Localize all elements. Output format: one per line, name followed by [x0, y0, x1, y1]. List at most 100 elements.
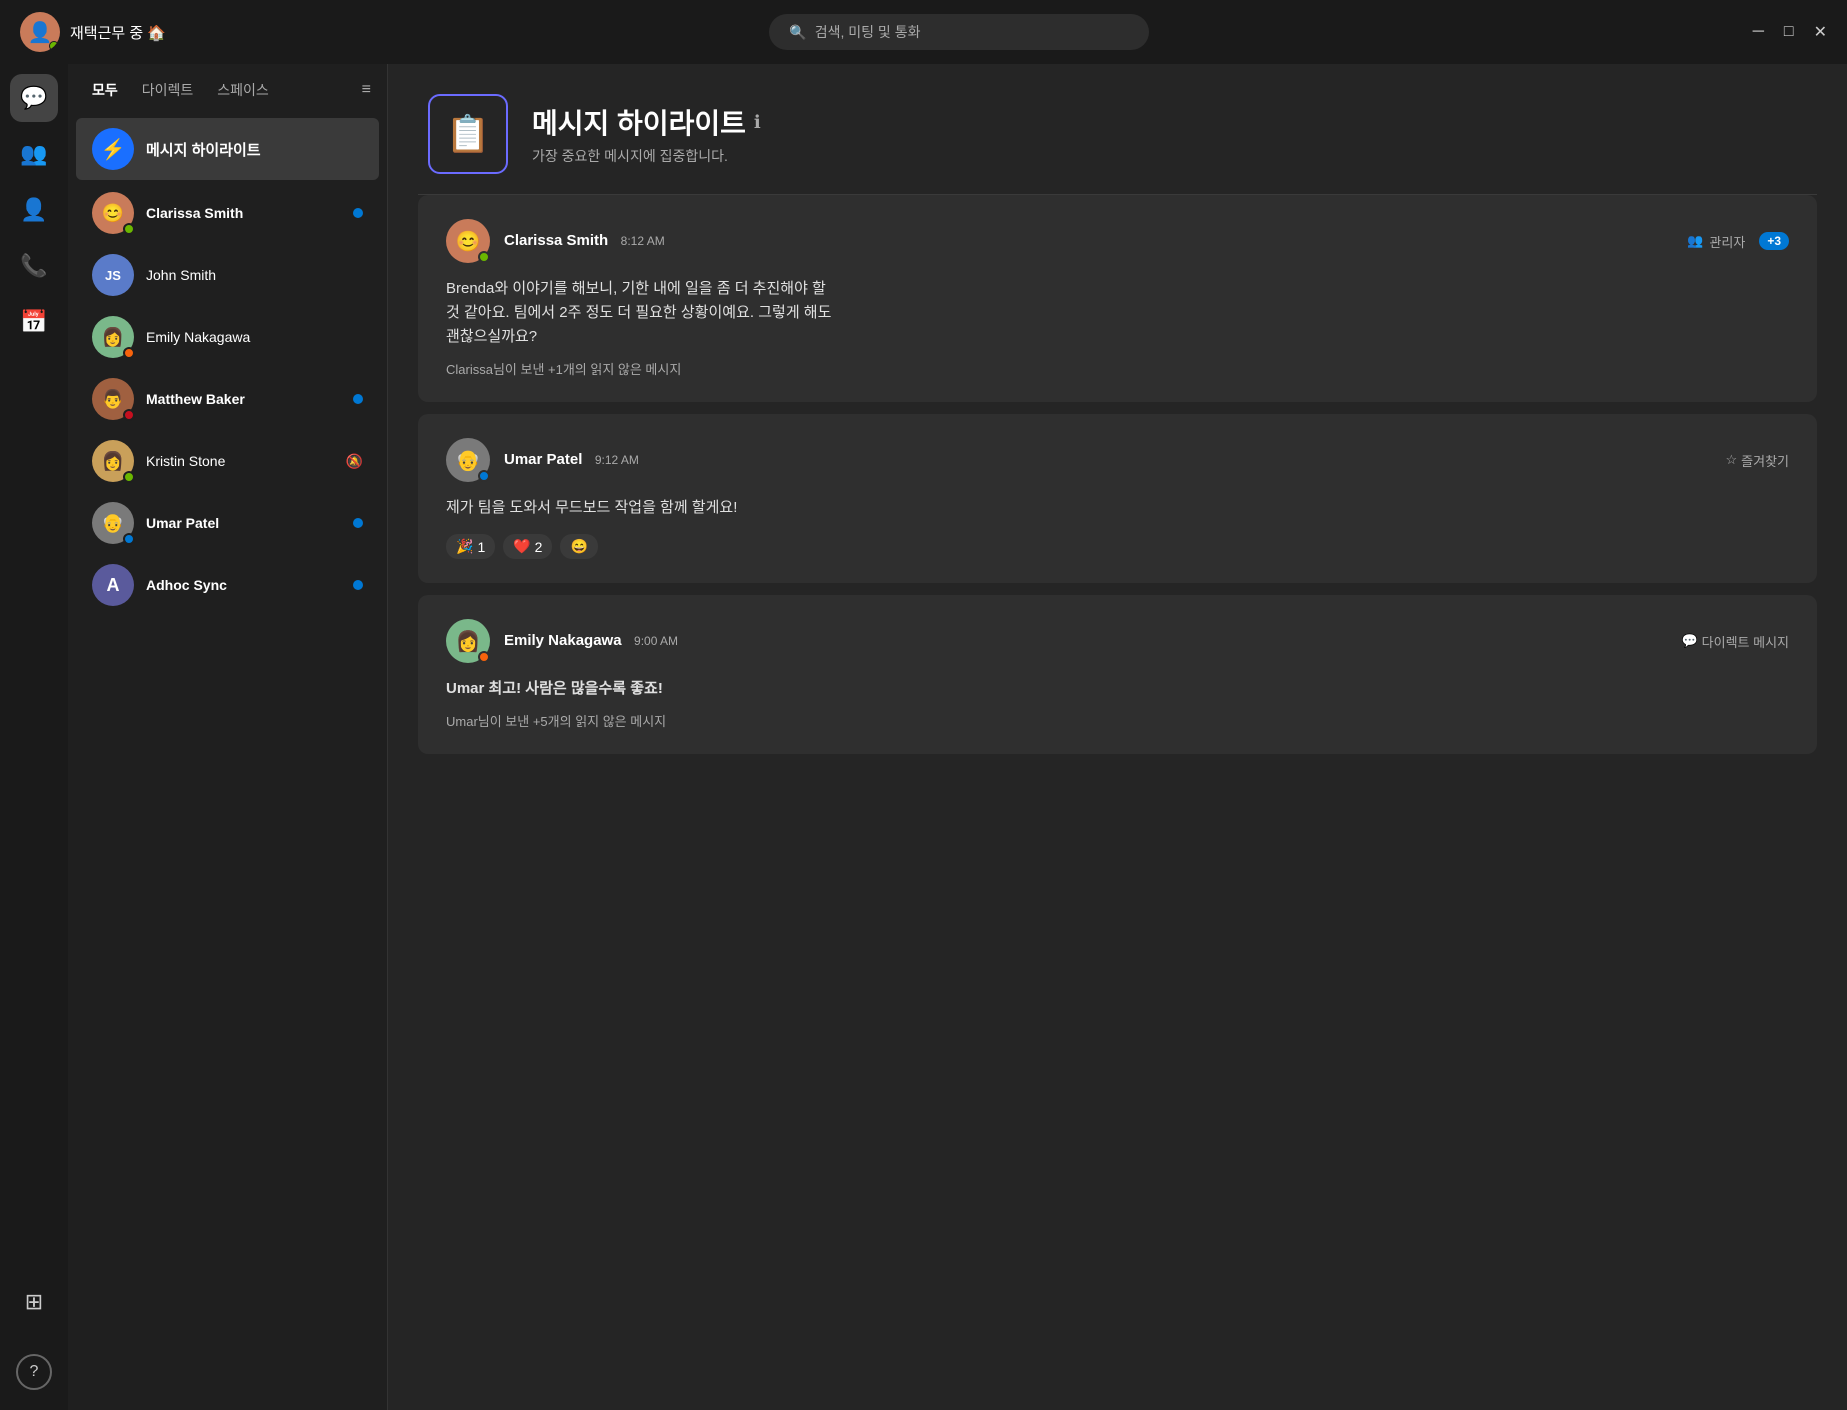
app-layout: 💬 👥 👤 📞 📅 ⊞ ? 모두 다이렉트 스페이스 ≡ ⚡ 메시지 하이라이트…	[0, 64, 1847, 1410]
contact-name-clarissa: Clarissa Smith	[146, 205, 341, 221]
msg-body-emily: Umar 최고! 사람은 많을수록 좋죠!	[446, 677, 1789, 701]
msg-tag-clarissa: 👥 관리자	[1687, 232, 1745, 251]
avatar-kristin: 👩	[92, 440, 134, 482]
dm-label: 다이렉트 메시지	[1702, 632, 1789, 651]
search-placeholder: 검색, 미팅 및 통화	[815, 22, 921, 42]
filter-icon[interactable]: ≡	[362, 81, 371, 99]
sidebar-item-highlight[interactable]: ⚡ 메시지 하이라이트	[76, 118, 379, 180]
avatar-emily: 👩	[92, 316, 134, 358]
contact-item-kristin[interactable]: 👩 Kristin Stone 🔕	[76, 432, 379, 490]
titlebar-controls: ─ □ ✕	[1753, 22, 1827, 42]
rail-contact-icon[interactable]: 👤	[10, 186, 58, 234]
message-card-clarissa: 😊 Clarissa Smith 8:12 AM 👥 관리자 +3 Brenda…	[418, 195, 1817, 402]
msg-header-umar: 👴 Umar Patel 9:12 AM ☆ 즐겨찾기	[446, 438, 1789, 482]
reactions-umar: 🎉 1 ❤️ 2 😄	[446, 534, 1789, 559]
msg-name-emily: Emily Nakagawa	[504, 632, 622, 649]
reaction-heart[interactable]: ❤️ 2	[503, 534, 552, 559]
msg-unread-emily: Umar님이 보낸 +5개의 읽지 않은 메시지	[446, 711, 1789, 730]
unread-dot-clarissa	[353, 208, 363, 218]
msg-time-emily: 9:00 AM	[634, 634, 678, 648]
page-subtitle: 가장 중요한 메시지에 집중합니다.	[532, 146, 761, 166]
rail-phone-icon[interactable]: 📞	[10, 242, 58, 290]
reaction-smile[interactable]: 😄	[560, 534, 597, 559]
msg-body-umar: 제가 팀을 도와서 무드보드 작업을 함께 할게요!	[446, 496, 1789, 520]
highlight-label: 메시지 하이라이트	[146, 139, 261, 160]
msg-avatar-clarissa: 😊	[446, 219, 490, 263]
msg-status-clarissa	[478, 251, 490, 263]
main-content: 📋 메시지 하이라이트 ℹ 가장 중요한 메시지에 집중합니다. 😊	[388, 64, 1847, 1410]
contact-item-matthew[interactable]: 👨 Matthew Baker	[76, 370, 379, 428]
highlight-header-icon: 📋	[428, 94, 508, 174]
msg-unread-clarissa: Clarissa님이 보낸 +1개의 읽지 않은 메시지	[446, 359, 1789, 378]
msg-sender-emily: Emily Nakagawa 9:00 AM	[504, 632, 1667, 650]
rail-apps-icon[interactable]: ⊞	[10, 1278, 58, 1326]
tab-all[interactable]: 모두	[84, 76, 126, 104]
info-icon[interactable]: ℹ	[754, 112, 761, 133]
avatar-john: JS	[92, 254, 134, 296]
reaction-count-party: 1	[477, 539, 485, 555]
status-umar	[123, 533, 135, 545]
header-text: 메시지 하이라이트 ℹ 가장 중요한 메시지에 집중합니다.	[532, 102, 761, 166]
user-status-label: 재택근무 중 🏠	[70, 22, 166, 43]
rail-chat-icon[interactable]: 💬	[10, 74, 58, 122]
contact-item-emily[interactable]: 👩 Emily Nakagawa	[76, 308, 379, 366]
mute-icon-kristin: 🔕	[346, 453, 363, 470]
favorite-label: 즐겨찾기	[1741, 451, 1789, 470]
plus-count-clarissa: +3	[1759, 232, 1789, 250]
tab-space[interactable]: 스페이스	[209, 76, 277, 104]
contact-item-john[interactable]: JS John Smith	[76, 246, 379, 304]
msg-status-umar	[478, 470, 490, 482]
minimize-button[interactable]: ─	[1753, 23, 1764, 41]
avatar-umar: 👴	[92, 502, 134, 544]
msg-avatar-umar: 👴	[446, 438, 490, 482]
contact-item-adhoc[interactable]: A Adhoc Sync	[76, 556, 379, 614]
unread-dot-umar	[353, 518, 363, 528]
search-bar[interactable]: 🔍 검색, 미팅 및 통화	[769, 14, 1149, 50]
status-clarissa	[123, 223, 135, 235]
admin-label: 관리자	[1709, 232, 1745, 251]
page-title: 메시지 하이라이트	[532, 102, 746, 142]
status-matthew	[123, 409, 135, 421]
status-kristin	[123, 471, 135, 483]
msg-body-clarissa: Brenda와 이야기를 해보니, 기한 내에 일을 좀 더 추진해야 할 것 …	[446, 277, 1789, 349]
msg-time-clarissa: 8:12 AM	[621, 234, 665, 248]
msg-status-emily	[478, 651, 490, 663]
contact-item-umar[interactable]: 👴 Umar Patel	[76, 494, 379, 552]
contact-name-umar: Umar Patel	[146, 515, 341, 531]
user-avatar[interactable]: 👤	[20, 12, 60, 52]
dm-icon: 💬	[1681, 633, 1697, 649]
msg-header-clarissa: 😊 Clarissa Smith 8:12 AM 👥 관리자 +3	[446, 219, 1789, 263]
sidebar-tabs: 모두 다이렉트 스페이스 ≡	[68, 64, 387, 116]
close-button[interactable]: ✕	[1814, 22, 1827, 42]
msg-action-emily[interactable]: 💬 다이렉트 메시지	[1681, 632, 1789, 651]
avatar-matthew: 👨	[92, 378, 134, 420]
star-icon: ☆	[1726, 452, 1738, 468]
icon-rail: 💬 👥 👤 📞 📅 ⊞ ?	[0, 64, 68, 1410]
admin-icon: 👥	[1687, 233, 1703, 249]
titlebar-left: 👤 재택근무 중 🏠	[20, 12, 166, 52]
titlebar: 👤 재택근무 중 🏠 🔍 검색, 미팅 및 통화 ─ □ ✕	[0, 0, 1847, 64]
unread-dot-matthew	[353, 394, 363, 404]
maximize-button[interactable]: □	[1784, 23, 1794, 41]
avatar-adhoc: A	[92, 564, 134, 606]
contact-name-adhoc: Adhoc Sync	[146, 577, 341, 593]
content-header: 📋 메시지 하이라이트 ℹ 가장 중요한 메시지에 집중합니다.	[388, 64, 1847, 194]
rail-help-icon[interactable]: ?	[16, 1354, 52, 1390]
msg-name-umar: Umar Patel	[504, 451, 582, 468]
search-icon: 🔍	[789, 24, 806, 41]
tab-direct[interactable]: 다이렉트	[134, 76, 202, 104]
message-cards: 😊 Clarissa Smith 8:12 AM 👥 관리자 +3 Brenda…	[388, 195, 1847, 784]
reaction-count-heart: 2	[535, 539, 543, 555]
rail-people-icon[interactable]: 👥	[10, 130, 58, 178]
msg-avatar-emily: 👩	[446, 619, 490, 663]
msg-action-umar[interactable]: ☆ 즐겨찾기	[1726, 451, 1790, 470]
avatar-clarissa: 😊	[92, 192, 134, 234]
contact-name-matthew: Matthew Baker	[146, 391, 341, 407]
rail-calendar-icon[interactable]: 📅	[10, 298, 58, 346]
contact-item-clarissa[interactable]: 😊 Clarissa Smith	[76, 184, 379, 242]
msg-time-umar: 9:12 AM	[595, 453, 639, 467]
contact-name-emily: Emily Nakagawa	[146, 329, 363, 345]
reaction-party[interactable]: 🎉 1	[446, 534, 495, 559]
msg-sender-clarissa: Clarissa Smith 8:12 AM	[504, 232, 1673, 250]
highlight-icon: ⚡	[92, 128, 134, 170]
